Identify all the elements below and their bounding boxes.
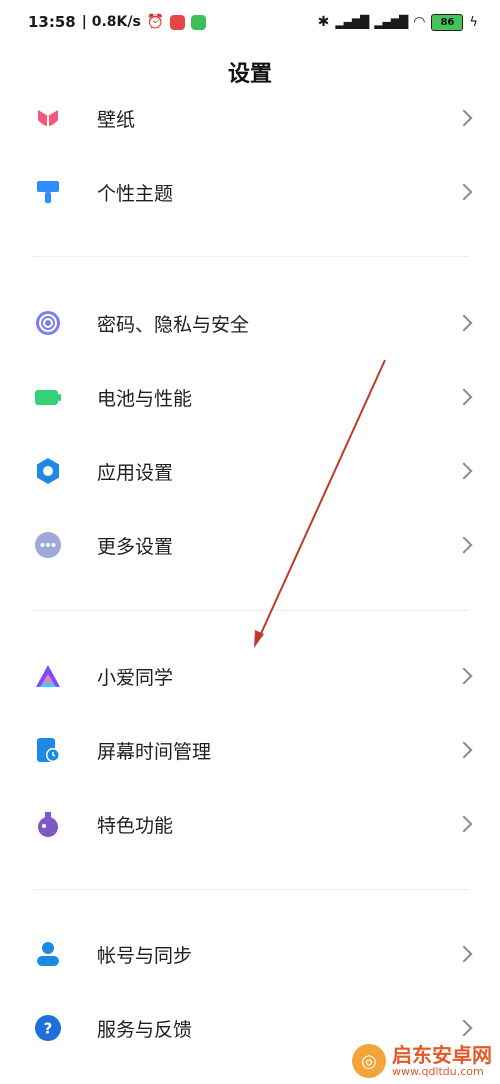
- settings-item-xiaoai[interactable]: 小爱同学: [0, 644, 500, 708]
- watermark-name: 启东安卓网: [392, 1042, 492, 1067]
- page-title: 设置: [227, 62, 272, 87]
- item-label: 更多设置: [97, 535, 174, 558]
- xiaoai-icon: [34, 662, 62, 690]
- section-divider: [33, 610, 469, 611]
- settings-item-theme[interactable]: 个性主题: [0, 160, 500, 224]
- chevron-right-icon: [455, 388, 473, 406]
- special-features-icon: [34, 810, 62, 838]
- item-label: 服务与反馈: [97, 1018, 193, 1041]
- item-label: 个性主题: [97, 182, 174, 205]
- alarm-icon: ⏰: [146, 14, 165, 30]
- network-speed: | 0.8K/s: [81, 14, 141, 30]
- settings-item-apps[interactable]: 应用设置: [0, 439, 500, 503]
- chevron-right-icon: [455, 462, 473, 480]
- watermark: ◎ 启东安卓网 www.qdltdu.com: [352, 1044, 492, 1078]
- fingerprint-icon: [34, 309, 62, 337]
- item-label: 应用设置: [97, 461, 174, 484]
- more-icon: [34, 531, 62, 559]
- settings-item-screen-time[interactable]: 屏幕时间管理: [0, 718, 500, 782]
- hd-signal-icon: ▂▄▆█: [374, 15, 408, 29]
- account-icon: [34, 940, 62, 968]
- bluetooth-icon: ✱: [317, 14, 330, 30]
- charging-icon: ϟ: [469, 14, 478, 30]
- wifi-icon: ◠: [413, 14, 426, 30]
- section-divider: [33, 889, 469, 890]
- settings-item-privacy[interactable]: 密码、隐私与安全: [0, 291, 500, 355]
- gear-icon: [34, 457, 62, 485]
- watermark-url: www.qdltdu.com: [392, 1064, 484, 1078]
- chevron-right-icon: [455, 183, 473, 201]
- chevron-right-icon: [455, 815, 473, 833]
- app-notification-icon: [170, 14, 186, 30]
- battery-level: 86: [440, 16, 455, 28]
- item-label: 帐号与同步: [97, 944, 193, 967]
- status-time: 13:58: [28, 13, 76, 31]
- item-label: 特色功能: [97, 814, 174, 837]
- chevron-right-icon: [455, 1019, 473, 1037]
- chevron-right-icon: [455, 945, 473, 963]
- svg-text:?: ?: [44, 1020, 53, 1038]
- help-icon: ?: [34, 1014, 62, 1042]
- item-label: 壁纸: [97, 108, 136, 131]
- chevron-right-icon: [455, 667, 473, 685]
- watermark-logo-icon: ◎: [352, 1044, 386, 1078]
- settings-item-battery[interactable]: 电池与性能: [0, 365, 500, 429]
- settings-item-more[interactable]: 更多设置: [0, 513, 500, 577]
- wallpaper-icon: [34, 104, 62, 132]
- status-bar: 13:58 | 0.8K/s ⏰ ✱ ▂▄▆█ ▂▄▆█ ◠ 86 ϟ: [0, 0, 500, 44]
- settings-item-account[interactable]: 帐号与同步: [0, 922, 500, 986]
- wechat-icon: [191, 14, 207, 30]
- item-label: 屏幕时间管理: [97, 740, 212, 763]
- battery-icon: [34, 383, 62, 411]
- chevron-right-icon: [455, 741, 473, 759]
- signal-icon: ▂▄▆█: [335, 15, 369, 29]
- settings-item-special-features[interactable]: 特色功能: [0, 792, 500, 856]
- item-label: 小爱同学: [97, 666, 174, 689]
- chevron-right-icon: [455, 536, 473, 554]
- theme-icon: [34, 178, 62, 206]
- chevron-right-icon: [455, 314, 473, 332]
- battery-icon: 86: [431, 13, 464, 31]
- screen-time-icon: [34, 736, 62, 764]
- section-divider: [33, 256, 469, 257]
- item-label: 电池与性能: [97, 387, 193, 410]
- chevron-right-icon: [455, 109, 473, 127]
- item-label: 密码、隐私与安全: [97, 313, 250, 336]
- settings-item-wallpaper[interactable]: 壁纸: [0, 86, 500, 150]
